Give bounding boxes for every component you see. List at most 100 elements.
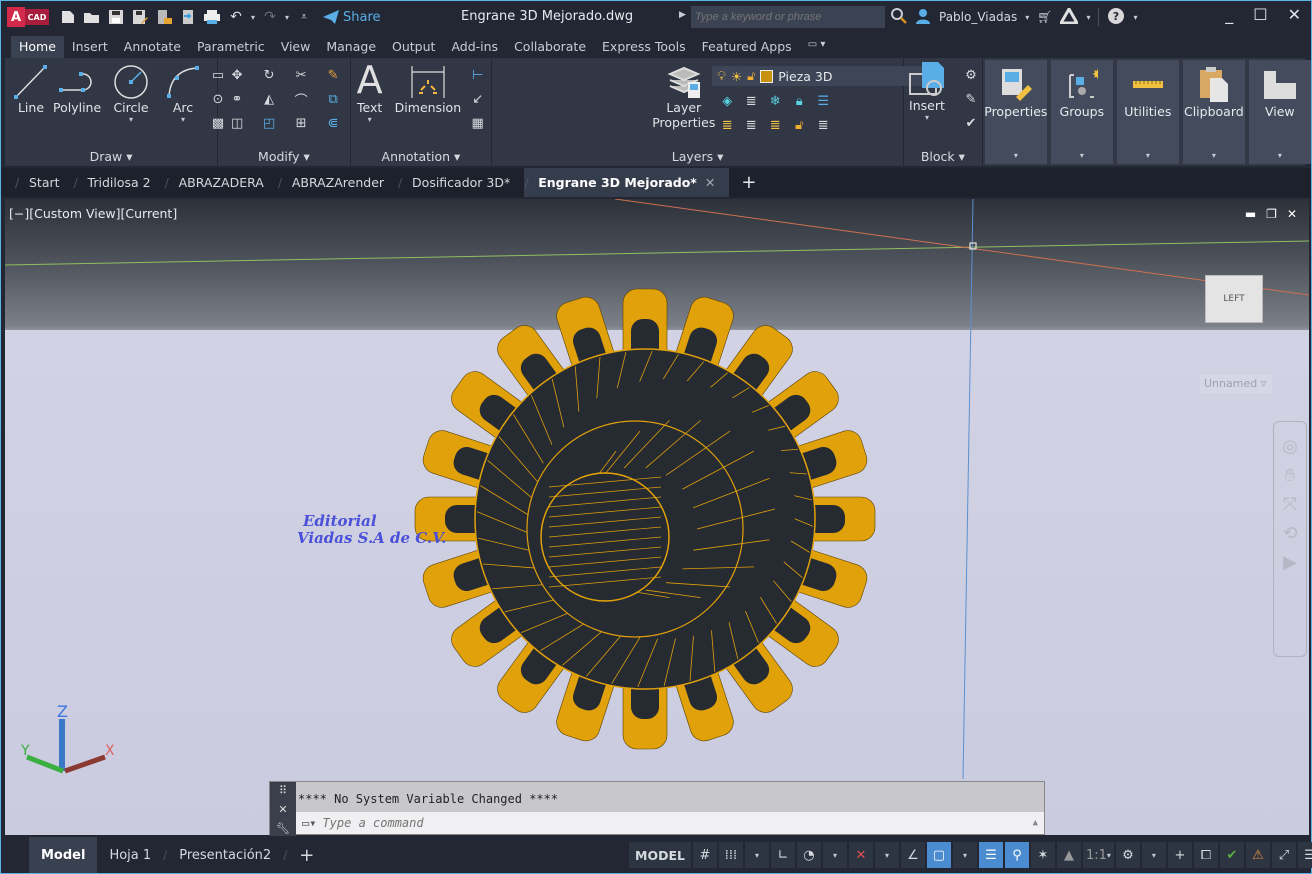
showmotion-icon[interactable]: ▶: [1283, 552, 1297, 573]
layer-on-all-icon[interactable]: ≣: [718, 116, 736, 134]
copy-icon[interactable]: ⚭: [228, 90, 246, 108]
share-button[interactable]: Share: [323, 10, 381, 25]
tab-annotate[interactable]: Annotate: [116, 36, 189, 58]
command-history-toggle-icon[interactable]: ▲: [1033, 818, 1038, 828]
workspace-gear-icon[interactable]: ⚙: [1115, 842, 1140, 868]
file-tab-abrazarender[interactable]: ABRAZArender: [278, 168, 398, 197]
named-view-dropdown[interactable]: Unnamed ▿: [1200, 375, 1272, 393]
object-snap-tracking-icon[interactable]: ∠: [900, 842, 925, 868]
add-layout-button[interactable]: +: [287, 837, 326, 873]
redo-icon[interactable]: ↷: [261, 8, 279, 26]
save-as-icon[interactable]: [131, 8, 149, 26]
viewport-minimize-icon[interactable]: ▬: [1245, 207, 1256, 221]
command-settings-icon[interactable]: 🔧︎: [276, 822, 290, 835]
redo-dropdown-icon[interactable]: ▾: [285, 13, 289, 22]
tab-output[interactable]: Output: [384, 36, 443, 58]
steering-wheel-icon[interactable]: ◎: [1282, 436, 1298, 457]
command-input[interactable]: [322, 816, 1003, 830]
file-tab-dosificador-3d[interactable]: Dosificador 3D*: [398, 168, 524, 197]
layer-unlock-icon[interactable]: 🔓︎: [747, 68, 755, 84]
auto-scale-icon[interactable]: ✶: [1030, 842, 1055, 868]
orbit-icon[interactable]: ⟲: [1282, 523, 1297, 544]
save-to-web-icon[interactable]: [179, 8, 197, 26]
customization-menu-icon[interactable]: ☰: [1297, 842, 1312, 868]
layer-walk-icon[interactable]: ≣: [814, 116, 832, 134]
pan-icon[interactable]: ✋︎: [1285, 465, 1295, 486]
tab-express-tools[interactable]: Express Tools: [594, 36, 694, 58]
plot-icon[interactable]: [203, 8, 221, 26]
text-dropdown-icon[interactable]: ▾: [368, 115, 372, 124]
workspace-dropdown-icon[interactable]: ▾: [1141, 842, 1166, 868]
dimension-tool[interactable]: Dimension: [395, 64, 461, 115]
tab-add-ins[interactable]: Add-ins: [443, 36, 506, 58]
file-tab-tridilosa-2[interactable]: Tridilosa 2: [74, 168, 165, 197]
zoom-extents-icon[interactable]: ⤧: [1283, 494, 1297, 515]
explode-icon[interactable]: ⧉: [324, 90, 342, 108]
units-icon[interactable]: ⧠: [1193, 842, 1218, 868]
mirror-icon[interactable]: ◭: [260, 90, 278, 108]
search-expand-icon[interactable]: ▶: [679, 10, 686, 20]
polar-icon[interactable]: ◔: [796, 842, 821, 868]
modify-panel-title[interactable]: Modify ▾: [218, 149, 350, 164]
file-tab-start[interactable]: Start: [15, 168, 74, 197]
rotate-icon[interactable]: ↻: [260, 66, 278, 84]
graphics-performance-icon[interactable]: ⚠: [1245, 842, 1270, 868]
linear-dimension-icon[interactable]: ⊢: [469, 66, 487, 84]
new-tab-button[interactable]: +: [729, 172, 768, 193]
isodraft-icon[interactable]: ✕: [848, 842, 873, 868]
open-icon[interactable]: [83, 8, 101, 26]
utilities-panel-button[interactable]: Utilities ▾: [1116, 60, 1179, 164]
command-prompt-icon[interactable]: ▭▾: [302, 816, 316, 830]
quick-properties-icon[interactable]: ✔: [1219, 842, 1244, 868]
ortho-icon[interactable]: ∟: [770, 842, 795, 868]
search-icon[interactable]: [891, 7, 907, 27]
layer-on-icon[interactable]: 💡︎: [717, 68, 726, 84]
help-icon[interactable]: ?: [1107, 7, 1125, 28]
arc-tool[interactable]: Arc ▾: [165, 64, 201, 124]
user-icon[interactable]: [915, 8, 931, 27]
cart-icon[interactable]: 🛒︎: [1037, 10, 1052, 24]
object-snap-icon[interactable]: ▢: [926, 842, 951, 868]
text-tool[interactable]: A Text ▾: [357, 58, 383, 124]
layers-panel-title[interactable]: Layers ▾: [492, 149, 903, 164]
help-dropdown-icon[interactable]: ▾: [1133, 13, 1137, 22]
user-name[interactable]: Pablo_Viadas: [939, 10, 1017, 24]
layer-isolate-icon[interactable]: ☰: [814, 92, 832, 110]
file-tab-abrazadera[interactable]: ABRAZADERA: [165, 168, 278, 197]
lineweight-icon[interactable]: ☰: [978, 842, 1003, 868]
table-icon[interactable]: ▦: [469, 114, 487, 132]
save-icon[interactable]: [107, 8, 125, 26]
annotation-visibility-icon[interactable]: ⚲: [1004, 842, 1029, 868]
edit-block-icon[interactable]: ✎: [962, 90, 980, 108]
match-layer-icon[interactable]: ≣: [742, 116, 760, 134]
tab-manage[interactable]: Manage: [318, 36, 384, 58]
annotation-scale-dropdown[interactable]: 1:1 ▾: [1082, 842, 1114, 868]
array-icon[interactable]: ⊞: [292, 114, 310, 132]
clipboard-panel-button[interactable]: Clipboard ▾: [1182, 60, 1245, 164]
thaw-all-icon[interactable]: ≣: [766, 116, 784, 134]
viewcube[interactable]: LEFT: [1205, 275, 1263, 323]
viewport-close-icon[interactable]: ✕: [1287, 207, 1297, 221]
layout-tab-model[interactable]: Model: [29, 837, 98, 873]
polyline-tool[interactable]: Polyline: [53, 64, 101, 115]
autodesk-account-icon[interactable]: [1058, 5, 1081, 27]
unlock-layer-icon[interactable]: 🔓︎: [790, 116, 808, 134]
grip-icon[interactable]: ⠿: [279, 784, 287, 797]
customize-icon[interactable]: ⩡: [295, 8, 313, 26]
offset-icon[interactable]: ⋐: [324, 114, 342, 132]
undo-dropdown-icon[interactable]: ▾: [251, 13, 255, 22]
model-space-button[interactable]: MODEL: [629, 842, 691, 868]
clean-screen-icon[interactable]: ⤢: [1271, 842, 1296, 868]
draw-panel-title[interactable]: Draw ▾: [5, 149, 217, 164]
erase-icon[interactable]: ✎: [324, 66, 342, 84]
snap-dropdown-icon[interactable]: ▾: [744, 842, 769, 868]
viewport-restore-icon[interactable]: ❐: [1266, 207, 1277, 221]
tab-parametric[interactable]: Parametric: [189, 36, 273, 58]
tab-featured-apps[interactable]: Featured Apps: [694, 36, 800, 58]
properties-panel-button[interactable]: Properties ▾: [984, 60, 1047, 164]
tab-insert[interactable]: Insert: [64, 36, 116, 58]
viewport-controls-label[interactable]: [−][Custom View][Current]: [9, 206, 177, 221]
close-tab-icon[interactable]: ✕: [705, 175, 715, 190]
close-icon[interactable]: ✕: [1288, 5, 1301, 24]
snap-icon[interactable]: ⁞⁞⁞: [718, 842, 743, 868]
